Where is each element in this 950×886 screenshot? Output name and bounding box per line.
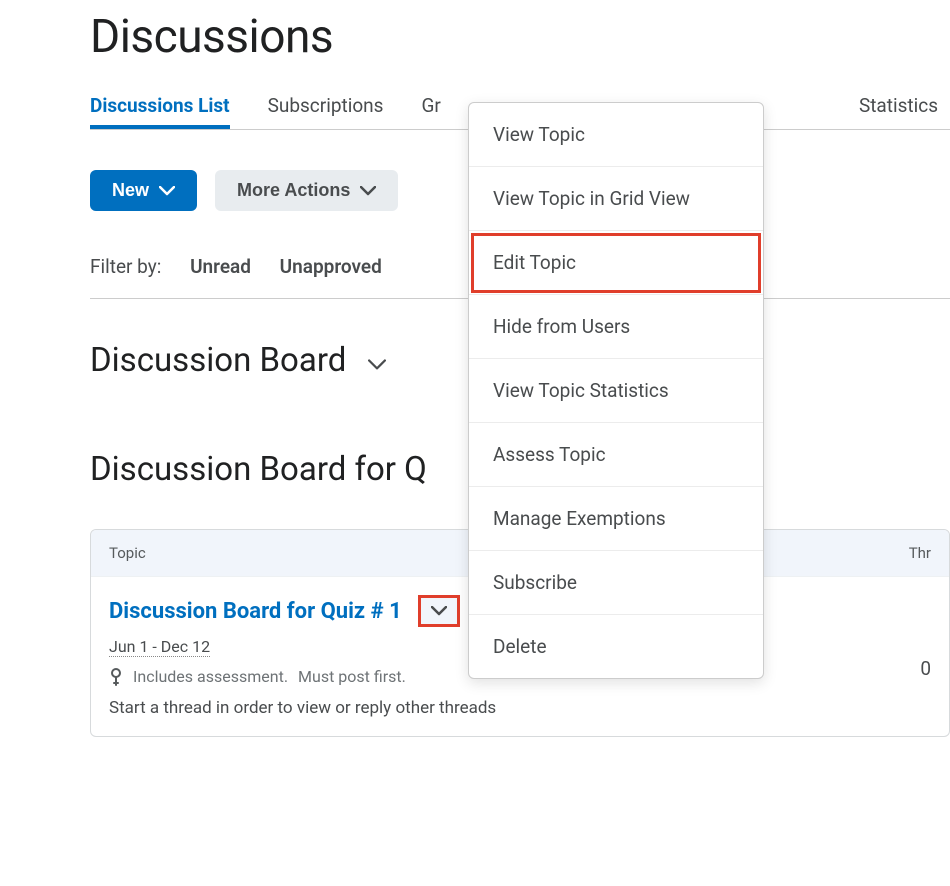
- tab-subscriptions[interactable]: Subscriptions: [268, 94, 384, 129]
- must-post-text: Must post first.: [298, 667, 406, 686]
- col-threads: Thr: [909, 544, 931, 562]
- new-button-label: New: [112, 180, 149, 201]
- chevron-down-icon[interactable]: [368, 341, 386, 380]
- date-range: Jun 1 - Dec 12: [109, 637, 210, 657]
- topic-link[interactable]: Discussion Board for Quiz # 1: [109, 599, 402, 624]
- threads-count: 0: [920, 657, 931, 680]
- filter-unapproved[interactable]: Unapproved: [280, 255, 382, 278]
- chevron-down-icon: [360, 186, 376, 196]
- assessment-text: Includes assessment.: [133, 667, 288, 686]
- new-button[interactable]: New: [90, 170, 197, 211]
- menu-view-topic-grid[interactable]: View Topic in Grid View: [469, 167, 763, 231]
- menu-view-topic[interactable]: View Topic: [469, 103, 763, 167]
- menu-assess-topic[interactable]: Assess Topic: [469, 423, 763, 487]
- topic-actions-dropdown[interactable]: [418, 595, 460, 627]
- menu-manage-exemptions[interactable]: Manage Exemptions: [469, 487, 763, 551]
- tab-group[interactable]: Gr: [421, 94, 440, 129]
- more-actions-label: More Actions: [237, 180, 350, 201]
- menu-subscribe[interactable]: Subscribe: [469, 551, 763, 615]
- page-title: Discussions: [90, 10, 950, 64]
- filter-label: Filter by:: [90, 255, 161, 278]
- key-icon: [109, 668, 123, 686]
- topic-description: Start a thread in order to view or reply…: [109, 698, 931, 718]
- filter-unread[interactable]: Unread: [190, 255, 251, 278]
- tab-discussions-list[interactable]: Discussions List: [90, 94, 230, 129]
- menu-edit-topic[interactable]: Edit Topic: [469, 231, 763, 295]
- menu-view-statistics[interactable]: View Topic Statistics: [469, 359, 763, 423]
- menu-hide-from-users[interactable]: Hide from Users: [469, 295, 763, 359]
- more-actions-button[interactable]: More Actions: [215, 170, 398, 211]
- chevron-down-icon: [159, 186, 175, 196]
- discussion-board-heading-text: Discussion Board: [90, 341, 346, 380]
- tab-statistics[interactable]: Statistics: [859, 94, 938, 129]
- menu-delete[interactable]: Delete: [469, 615, 763, 678]
- topic-context-menu: View Topic View Topic in Grid View Edit …: [468, 102, 764, 679]
